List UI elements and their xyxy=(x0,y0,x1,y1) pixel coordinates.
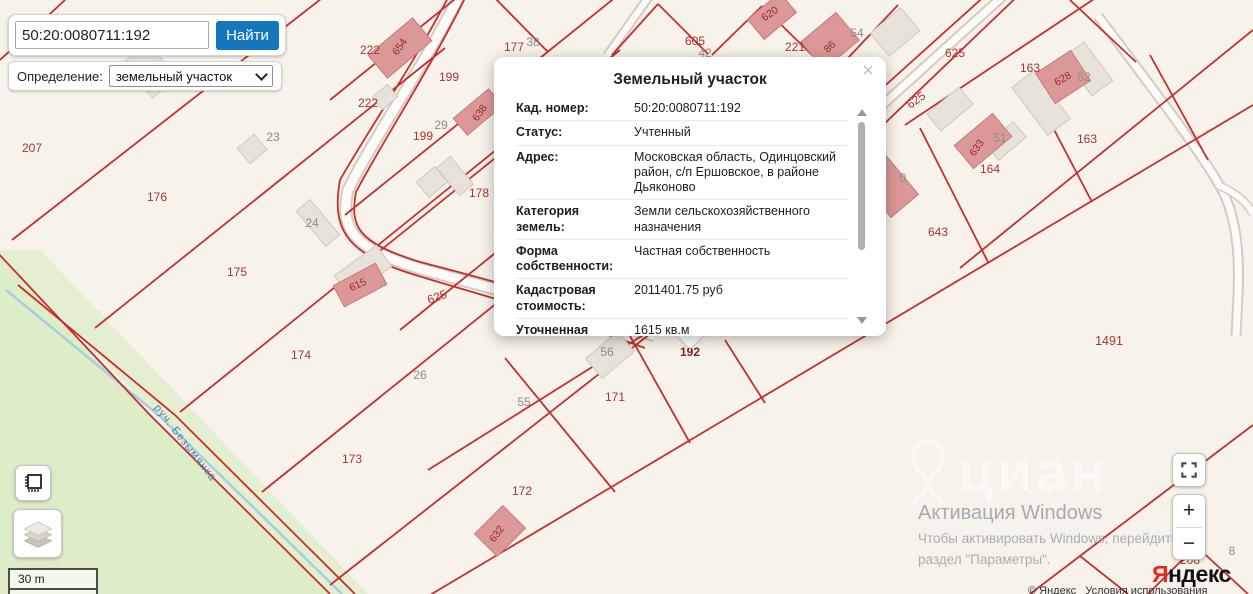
attribute-label: Уточненная площадь: xyxy=(516,322,589,336)
building xyxy=(869,6,921,58)
parcel-number-label[interactable]: 625 xyxy=(945,46,965,60)
attribute-label: Категория земель: xyxy=(516,204,580,234)
chevron-down-icon xyxy=(254,68,268,81)
popup-pointer xyxy=(676,334,704,349)
parcel-number-label[interactable]: 172 xyxy=(512,484,532,498)
terms-link[interactable]: Условия использования xyxy=(1085,585,1207,594)
search-input[interactable] xyxy=(15,21,209,49)
parcel-number-label[interactable]: 221 xyxy=(785,40,805,54)
fullscreen-button[interactable] xyxy=(1172,453,1206,487)
popup-scrollbar[interactable] xyxy=(856,109,867,324)
popup-attribute-table: Кад. номер: 50:20:0080711:192 Статус: Учтен… xyxy=(494,97,886,336)
parcel-number-label[interactable]: 643 xyxy=(928,225,948,239)
attribute-value: 50:20:0080711:192 xyxy=(634,101,741,115)
building-number-label: 26 xyxy=(413,368,427,382)
definition-selected-value: земельный участок xyxy=(115,68,233,84)
building-number-label: 56 xyxy=(600,345,614,359)
attribute-value: Частная собственность xyxy=(634,243,771,258)
parcel-number-label[interactable]: 199 xyxy=(439,70,459,84)
fullscreen-icon xyxy=(1181,462,1197,478)
definition-panel: Определение: земельный участок xyxy=(8,61,282,91)
building-number-label: 0 xyxy=(899,171,907,185)
popup-attribute-row: Кадастровая стоимость: 2011401.75 руб xyxy=(516,279,848,319)
parcel-number-label[interactable]: 174 xyxy=(291,348,311,362)
parcel-number-label[interactable]: 178 xyxy=(469,186,489,200)
zoom-out-button[interactable]: − xyxy=(1173,528,1205,560)
zoom-in-button[interactable]: + xyxy=(1173,495,1205,527)
yandex-logo-first-letter: Я xyxy=(1152,561,1169,587)
building-number-label: 62 xyxy=(1077,70,1091,84)
parcel-number-label[interactable]: 177 xyxy=(504,40,524,54)
popup-attribute-row: Адрес: Московская область, Одинцовский ра… xyxy=(516,146,848,201)
attribute-value: Московская область, Одинцовский район, с… xyxy=(634,149,837,195)
map-viewport[interactable]: 207 176 175 174 173 222 222 199 199 177 178 605 221 6… xyxy=(0,0,1253,594)
popup-attribute-row: Статус: Учтенный xyxy=(516,121,848,146)
building-number-label: 38 xyxy=(526,35,540,49)
scroll-up-icon[interactable] xyxy=(857,109,867,116)
popup-title: Земельный участок xyxy=(613,71,767,88)
parcel-info-popup: × Земельный участок Кад. номер: 50:20:008… xyxy=(494,57,886,336)
layers-icon xyxy=(23,521,52,548)
building xyxy=(926,86,974,132)
map-copyright: © Яндекс Условия использования xyxy=(1028,585,1207,594)
definition-select[interactable]: земельный участок xyxy=(108,65,273,87)
attribute-value: Земли сельскохозяйственного назначения xyxy=(634,204,810,234)
scale-bar: 30 m 100 ft xyxy=(8,568,98,594)
parcel-number-label[interactable]: 222 xyxy=(358,96,378,110)
parcel-number-label[interactable]: 163 xyxy=(1020,61,1040,75)
scrollbar-thumb[interactable] xyxy=(858,122,865,250)
parcel-number-label[interactable]: 207 xyxy=(22,141,42,155)
building-number-label: 54 xyxy=(850,26,864,40)
parcel-number-label[interactable]: 176 xyxy=(147,190,167,204)
definition-label: Определение: xyxy=(17,68,103,84)
attribute-label: Кадастровая стоимость: xyxy=(516,283,596,313)
parcel-number-label[interactable]: 173 xyxy=(342,452,362,466)
parcel-number-label[interactable]: 175 xyxy=(227,265,247,279)
attribute-value: 1615 кв.м xyxy=(634,322,690,336)
popup-attribute-row: Форма собственности: Частная собственност… xyxy=(516,240,848,280)
copyright-text: © Яндекс xyxy=(1028,585,1077,594)
layers-button[interactable] xyxy=(13,509,62,558)
building-number-label: 51 xyxy=(993,131,1007,145)
yandex-logo-rest: ндекс xyxy=(1168,561,1231,587)
popup-attribute-row: Уточненная площадь: 1615 кв.м xyxy=(516,319,848,336)
close-icon[interactable]: × xyxy=(862,61,874,81)
parcel-number-label[interactable]: 1491 xyxy=(1095,334,1123,348)
building-number-label: 55 xyxy=(517,395,531,409)
attribute-label: Форма собственности: xyxy=(516,243,614,273)
building xyxy=(236,133,268,165)
parcel-number-label[interactable]: 199 xyxy=(413,129,433,143)
find-button[interactable]: Найти xyxy=(216,20,279,50)
building-number-label: 24 xyxy=(305,216,319,230)
attribute-value: Учтенный xyxy=(634,125,691,140)
building-number-label: 8 xyxy=(1228,544,1236,558)
parcel-number-label[interactable]: 164 xyxy=(980,162,1000,176)
search-panel: Найти xyxy=(8,14,286,56)
building-number-label: 23 xyxy=(266,130,280,144)
scale-imperial: 100 ft xyxy=(8,588,98,594)
attribute-label: Статус: xyxy=(516,125,563,140)
popup-attribute-row: Кад. номер: 50:20:0080711:192 xyxy=(516,97,848,122)
attribute-label: Адрес: xyxy=(516,149,559,164)
parcel-number-label[interactable]: 163 xyxy=(1077,132,1097,146)
measure-button[interactable] xyxy=(15,465,51,501)
scale-metric: 30 m xyxy=(8,568,98,588)
attribute-label: Кад. номер: xyxy=(516,101,589,115)
yandex-logo[interactable]: Яндекс xyxy=(1152,561,1231,588)
parcel-number-label[interactable]: 171 xyxy=(605,390,625,404)
building-number-label: 29 xyxy=(434,118,448,132)
parcel-number-label[interactable]: 222 xyxy=(360,43,380,57)
popup-attribute-row: Категория земель: Земли сельскохозяйствен… xyxy=(516,200,848,240)
attribute-value: 2011401.75 руб xyxy=(634,283,723,298)
zoom-controls: + − xyxy=(1172,494,1206,560)
scroll-down-icon[interactable] xyxy=(857,317,867,324)
ruler-icon xyxy=(25,474,42,492)
